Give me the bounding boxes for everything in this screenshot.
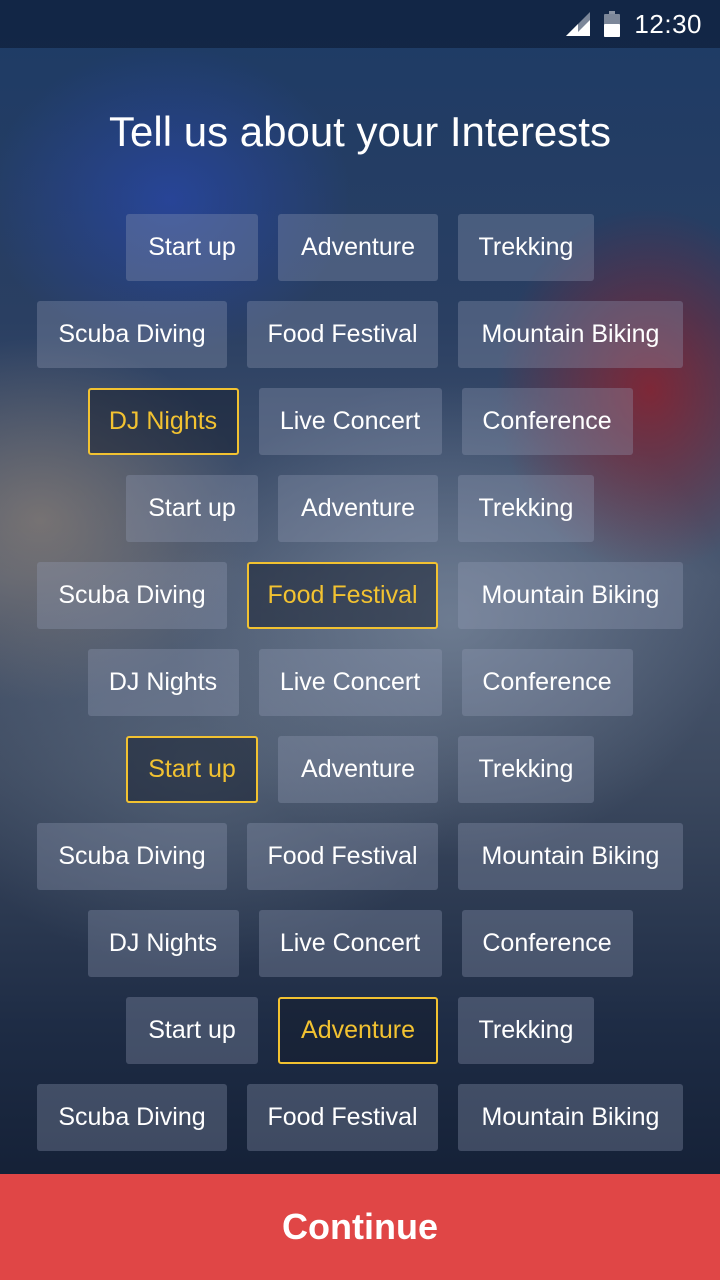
interest-chip[interactable]: Conference	[461, 910, 633, 977]
interest-chip[interactable]: DJ Nights	[87, 649, 239, 716]
interest-chip[interactable]: Live Concert	[258, 388, 442, 455]
page-title: Tell us about your Interests	[109, 108, 611, 155]
signal-icon	[566, 12, 591, 36]
chip-row: DJ Nights Live Concert Conference	[0, 649, 720, 716]
interest-chip[interactable]: Trekking	[458, 997, 594, 1064]
interest-chip[interactable]: Start up	[126, 997, 258, 1064]
chip-row: Start up Adventure Trekking	[0, 997, 720, 1064]
interest-chip-list: Start up Adventure Trekking Scuba Diving Foo…	[0, 214, 720, 1171]
interest-chip[interactable]: Mountain Biking	[458, 301, 683, 368]
interest-chip[interactable]: DJ Nights	[87, 910, 239, 977]
interest-chip[interactable]: Adventure	[278, 736, 438, 803]
chip-row: Scuba Diving Food Festival Mountain Biking	[0, 1084, 720, 1151]
status-bar: 12:30	[0, 0, 720, 48]
interest-chip[interactable]: Conference	[461, 649, 633, 716]
interest-chip[interactable]: DJ Nights	[87, 388, 239, 455]
interest-chip[interactable]: Food Festival	[247, 1084, 438, 1151]
interest-chip[interactable]: Adventure	[278, 214, 438, 281]
chip-row: Scuba Diving Food Festival Mountain Biking	[0, 823, 720, 890]
interest-chip[interactable]: Conference	[461, 388, 633, 455]
interest-chip[interactable]: Trekking	[458, 475, 594, 542]
chip-row: DJ Nights Live Concert Conference	[0, 388, 720, 455]
interest-chip[interactable]: Trekking	[458, 736, 594, 803]
interest-chip[interactable]: Live Concert	[258, 649, 442, 716]
continue-button[interactable]: Continue	[0, 1174, 720, 1280]
chip-row: Start up Adventure Trekking	[0, 475, 720, 542]
interest-chip[interactable]: Scuba Diving	[37, 823, 227, 890]
interest-chip[interactable]: Scuba Diving	[37, 1084, 227, 1151]
interest-chip[interactable]: Food Festival	[247, 562, 438, 629]
chip-row: Start up Adventure Trekking	[0, 736, 720, 803]
interest-chip[interactable]: Trekking	[458, 214, 594, 281]
battery-icon	[604, 11, 621, 37]
chip-row: Scuba Diving Food Festival Mountain Biking	[0, 301, 720, 368]
status-time: 12:30	[634, 8, 702, 39]
interest-chip[interactable]: Adventure	[278, 475, 438, 542]
interest-chip[interactable]: Start up	[126, 214, 258, 281]
interest-chip[interactable]: Scuba Diving	[37, 562, 227, 629]
chip-row: DJ Nights Live Concert Conference	[0, 910, 720, 977]
interest-chip[interactable]: Mountain Biking	[458, 1084, 683, 1151]
interest-chip[interactable]: Mountain Biking	[458, 823, 683, 890]
interest-chip[interactable]: Food Festival	[247, 823, 438, 890]
interest-chip[interactable]: Live Concert	[258, 910, 442, 977]
interest-chip[interactable]: Mountain Biking	[458, 562, 683, 629]
chip-row: Scuba Diving Food Festival Mountain Biking	[0, 562, 720, 629]
interest-chip[interactable]: Food Festival	[247, 301, 438, 368]
interest-chip[interactable]: Adventure	[278, 997, 438, 1064]
interest-chip[interactable]: Scuba Diving	[37, 301, 227, 368]
interest-chip[interactable]: Start up	[126, 475, 258, 542]
chip-row: Start up Adventure Trekking	[0, 214, 720, 281]
interest-chip[interactable]: Start up	[126, 736, 258, 803]
